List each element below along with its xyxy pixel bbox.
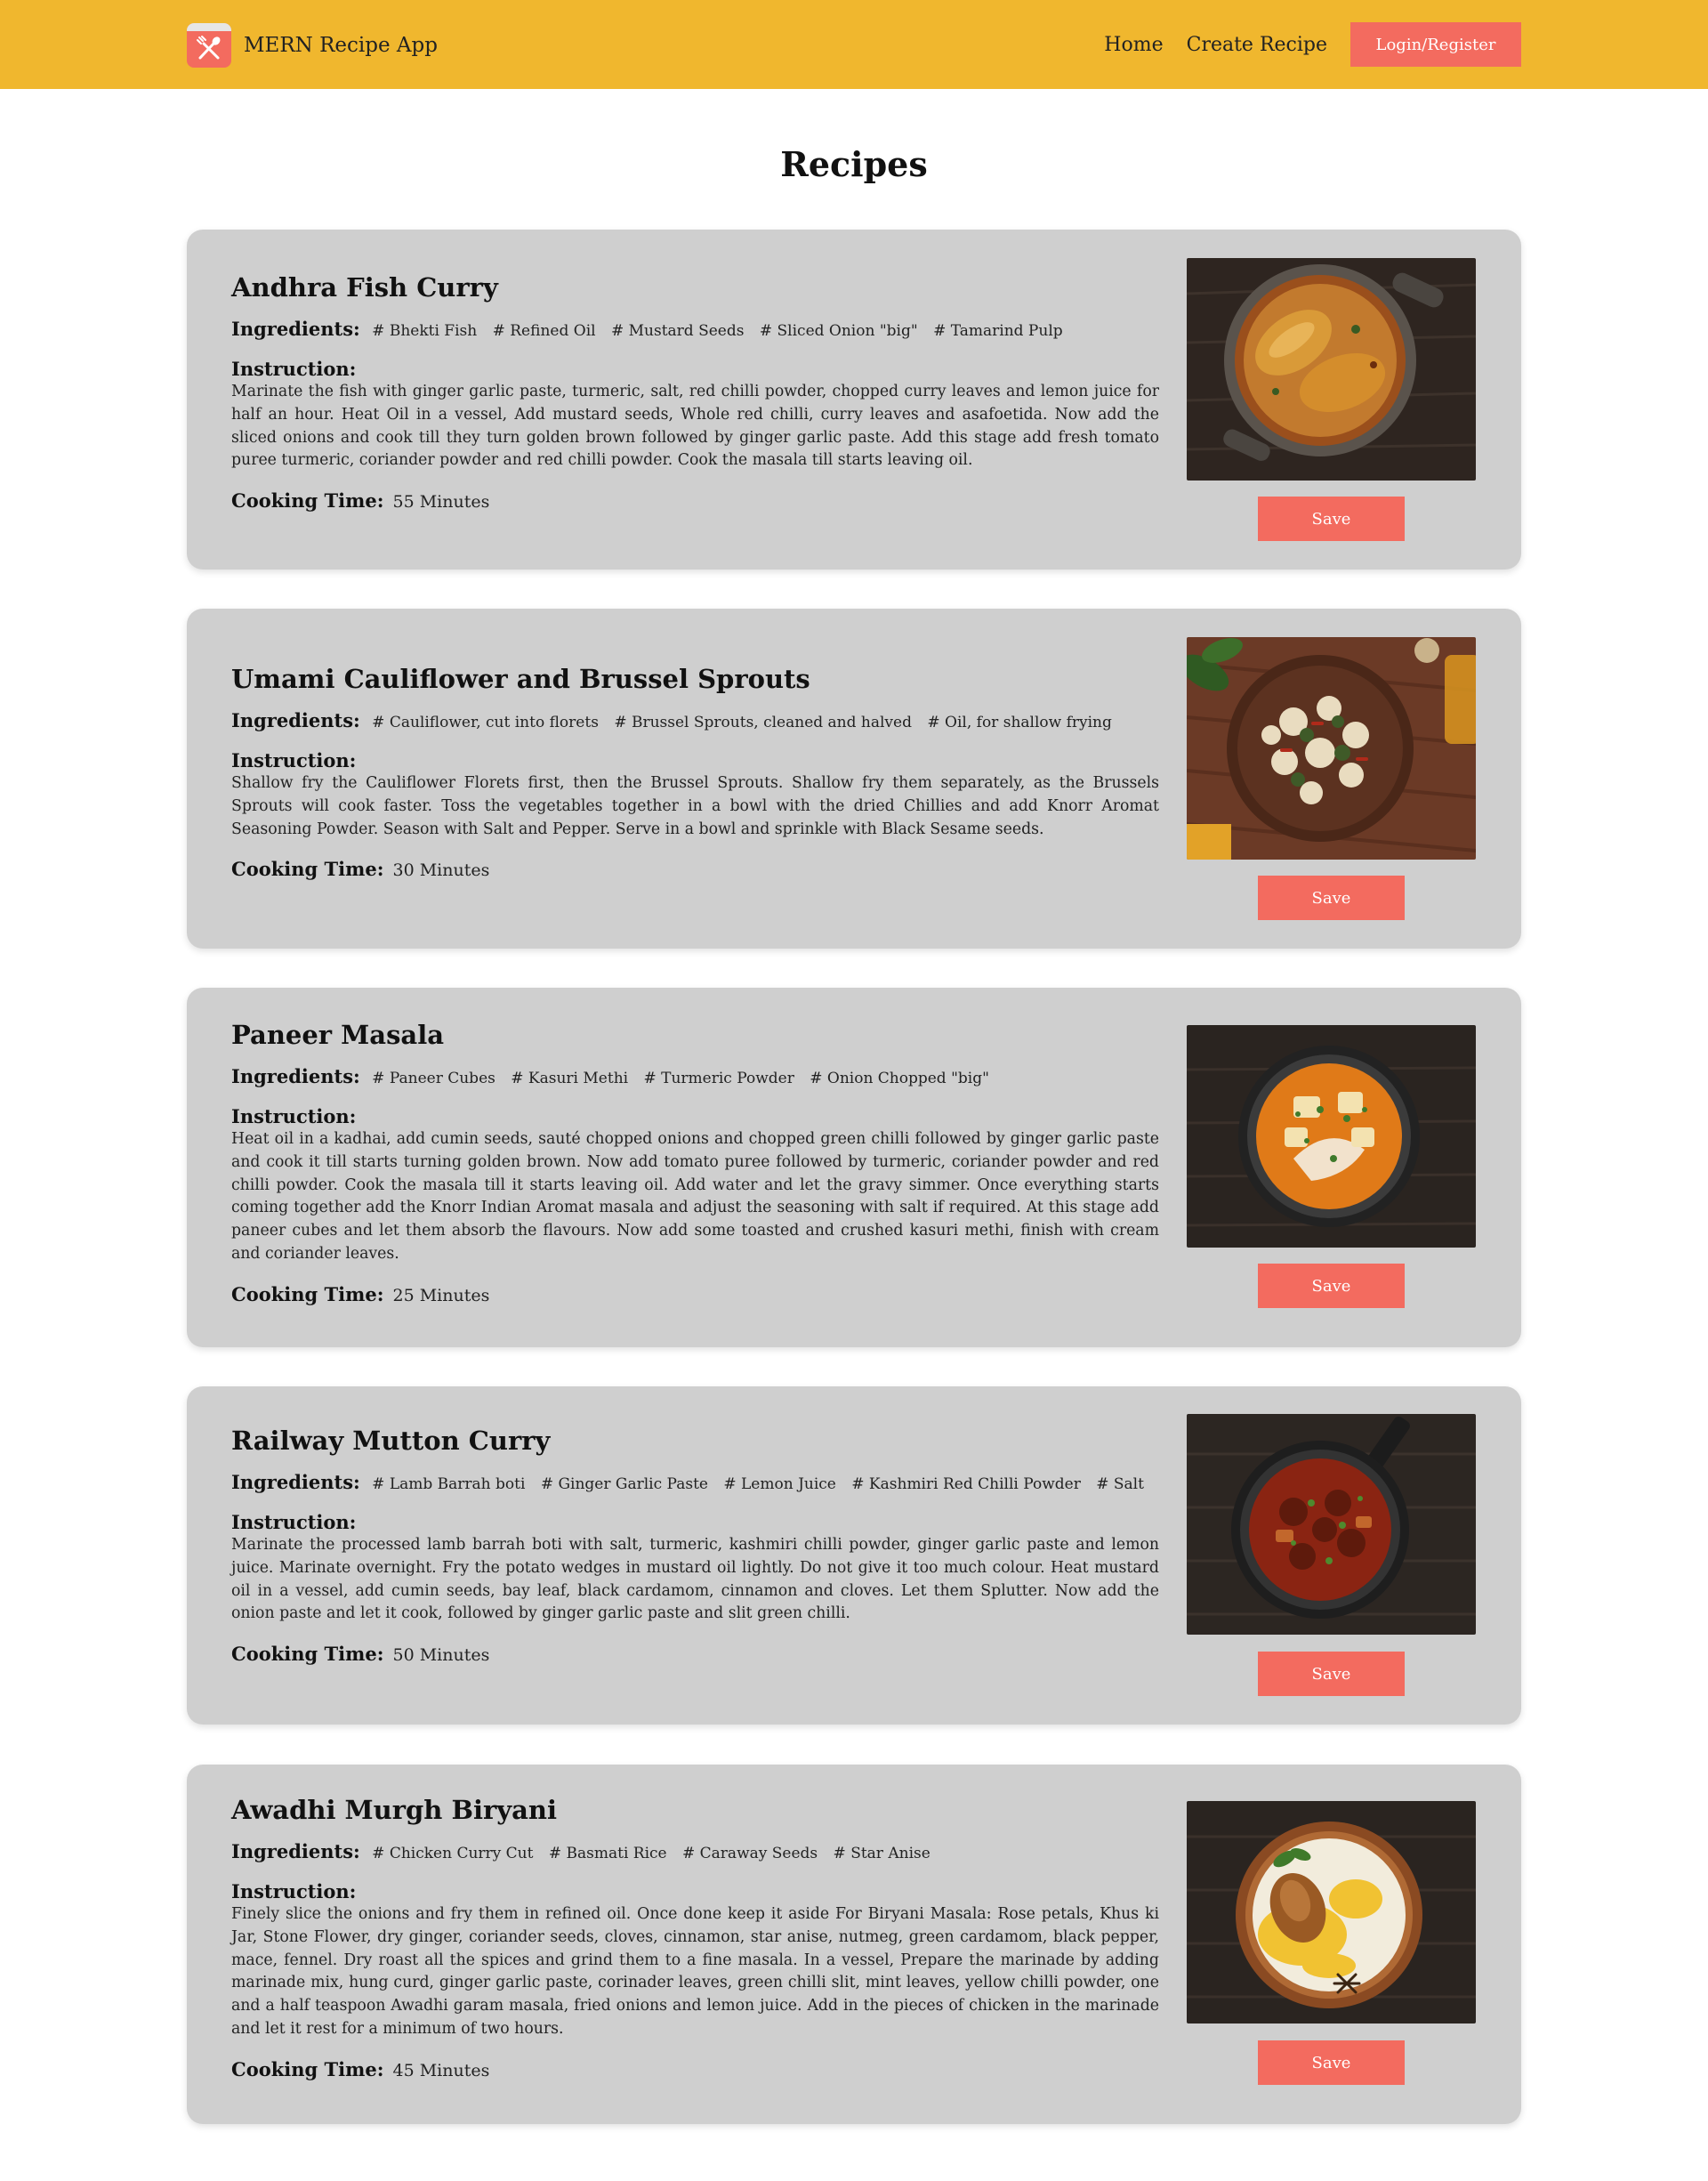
- brand-name: MERN Recipe App: [244, 34, 438, 57]
- cooking-time-label: Cooking Time:: [231, 858, 384, 881]
- ingredients-row: Ingredients: # Chicken Curry Cut # Basma…: [231, 1839, 1159, 1866]
- recipe-card: Awadhi Murgh Biryani Ingredients: # Chic…: [187, 1765, 1521, 2124]
- ingredients-row: Ingredients: # Lamb Barrah boti # Ginger…: [231, 1470, 1159, 1497]
- ingredients-label: Ingredients:: [231, 318, 360, 340]
- instruction-label: Instruction:: [231, 358, 357, 380]
- recipe-image: [1187, 1801, 1476, 2023]
- cooking-time-row: Cooking Time: 30 Minutes: [231, 857, 1159, 883]
- recipe-card: Paneer Masala Ingredients: # Paneer Cube…: [187, 988, 1521, 1347]
- ingredient-tag: # Mustard Seeds: [610, 322, 745, 340]
- recipe-image: [1187, 1025, 1476, 1248]
- cooking-time-row: Cooking Time: 25 Minutes: [231, 1282, 1159, 1308]
- instruction-text: Marinate the fish with ginger garlic pas…: [231, 383, 1159, 470]
- nav-create-recipe-link[interactable]: Create Recipe: [1187, 34, 1327, 56]
- ingredients-label: Ingredients:: [231, 1840, 360, 1862]
- instruction-text: Marinate the processed lamb barrah boti …: [231, 1536, 1159, 1623]
- instruction-label: Instruction:: [231, 1511, 357, 1533]
- instruction-text: Heat oil in a kadhai, add cumin seeds, s…: [231, 1130, 1159, 1263]
- ingredient-tag: # Sliced Onion "big": [759, 322, 918, 340]
- ingredient-tag: # Oil, for shallow frying: [927, 714, 1112, 731]
- page-title: Recipes: [780, 144, 928, 184]
- app-logo-icon: [187, 23, 231, 68]
- ingredient-tag: # Onion Chopped "big": [810, 1070, 989, 1087]
- brand[interactable]: MERN Recipe App: [187, 23, 438, 68]
- recipe-image: [1187, 1414, 1476, 1635]
- cooking-time-value: 50 Minutes: [392, 1645, 490, 1666]
- cooking-time-row: Cooking Time: 50 Minutes: [231, 1642, 1159, 1668]
- instruction-label: Instruction:: [231, 1880, 357, 1902]
- instruction-text: Finely slice the onions and fry them in …: [231, 1905, 1159, 2038]
- save-button[interactable]: Save: [1258, 1264, 1405, 1308]
- ingredient-tag: # Kasuri Methi: [511, 1070, 629, 1087]
- cooking-time-value: 25 Minutes: [392, 1285, 490, 1305]
- save-button[interactable]: Save: [1258, 1652, 1405, 1696]
- cooking-time-label: Cooking Time:: [231, 2057, 384, 2080]
- cooking-time-label: Cooking Time:: [231, 489, 384, 513]
- save-button[interactable]: Save: [1258, 2040, 1405, 2085]
- nav-links: Home Create Recipe Login/Register: [1104, 22, 1521, 67]
- ingredient-tag: # Paneer Cubes: [372, 1070, 495, 1087]
- ingredient-tag: # Bhekti Fish: [372, 322, 478, 340]
- save-button[interactable]: Save: [1258, 876, 1405, 920]
- ingredient-tag: # Brussel Sprouts, cleaned and halved: [614, 714, 912, 731]
- recipe-card: Railway Mutton Curry Ingredients: # Lamb…: [187, 1386, 1521, 1725]
- recipe-card: Umami Cauliflower and Brussel Sprouts In…: [187, 609, 1521, 949]
- login-register-button[interactable]: Login/Register: [1350, 22, 1521, 67]
- ingredient-tag: # Kashmiri Red Chilli Powder: [851, 1475, 1081, 1493]
- ingredients-row: Ingredients: # Cauliflower, cut into flo…: [231, 708, 1159, 735]
- recipe-title: Andhra Fish Curry: [231, 272, 498, 303]
- ingredient-tag: # Star Anise: [833, 1845, 931, 1862]
- ingredient-tag: # Cauliflower, cut into florets: [372, 714, 599, 731]
- instruction-text: Shallow fry the Cauliflower Florets firs…: [231, 774, 1159, 838]
- cooking-time-value: 45 Minutes: [392, 2060, 490, 2080]
- cooking-time-value: 55 Minutes: [392, 492, 490, 513]
- recipe-title: Paneer Masala: [231, 1020, 444, 1050]
- ingredient-tag: # Basmati Rice: [548, 1845, 667, 1862]
- cooking-time-label: Cooking Time:: [231, 1643, 384, 1666]
- instruction-label: Instruction:: [231, 749, 357, 771]
- ingredient-tag: # Lemon Juice: [723, 1475, 836, 1493]
- ingredients-row: Ingredients: # Paneer Cubes # Kasuri Met…: [231, 1064, 1159, 1091]
- recipe-title: Railway Mutton Curry: [231, 1426, 551, 1456]
- recipe-image: [1187, 637, 1476, 860]
- cooking-time-value: 30 Minutes: [392, 860, 490, 881]
- ingredient-tag: # Ginger Garlic Paste: [540, 1475, 708, 1493]
- ingredient-tag: # Turmeric Powder: [643, 1070, 794, 1087]
- ingredients-label: Ingredients:: [231, 709, 360, 731]
- nav-home-link[interactable]: Home: [1104, 34, 1163, 56]
- recipe-title: Umami Cauliflower and Brussel Sprouts: [231, 664, 810, 694]
- ingredient-tag: # Caraway Seeds: [682, 1845, 818, 1862]
- ingredient-tag: # Salt: [1096, 1475, 1144, 1493]
- cooking-time-row: Cooking Time: 55 Minutes: [231, 489, 1159, 514]
- ingredient-tag: # Tamarind Pulp: [933, 322, 1063, 340]
- ingredient-tag: # Lamb Barrah boti: [372, 1475, 526, 1493]
- ingredient-tag: # Refined Oil: [492, 322, 596, 340]
- instruction-label: Instruction:: [231, 1105, 357, 1127]
- ingredients-label: Ingredients:: [231, 1471, 360, 1493]
- recipe-card: Andhra Fish Curry Ingredients: # Bhekti …: [187, 230, 1521, 569]
- cooking-time-row: Cooking Time: 45 Minutes: [231, 2057, 1159, 2083]
- save-button[interactable]: Save: [1258, 497, 1405, 541]
- ingredients-row: Ingredients: # Bhekti Fish # Refined Oil…: [231, 317, 1159, 343]
- navbar: MERN Recipe App Home Create Recipe Login…: [0, 0, 1708, 89]
- ingredient-tag: # Chicken Curry Cut: [372, 1845, 534, 1862]
- cooking-time-label: Cooking Time:: [231, 1282, 384, 1305]
- recipe-title: Awadhi Murgh Biryani: [231, 1795, 558, 1825]
- recipe-image: [1187, 258, 1476, 481]
- ingredients-label: Ingredients:: [231, 1065, 360, 1087]
